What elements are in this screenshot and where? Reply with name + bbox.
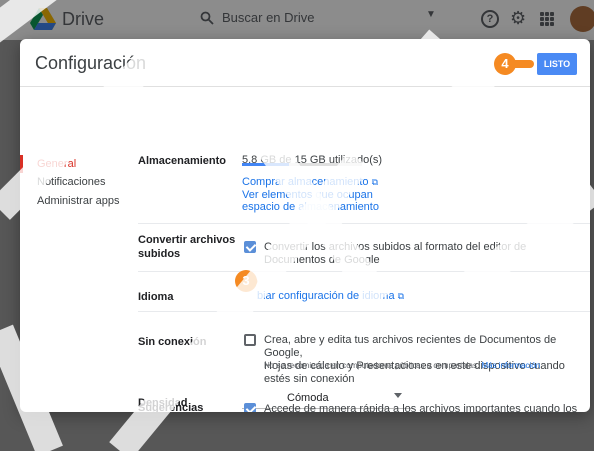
buy-storage-link[interactable]: Comprar almacenamiento ⧉ xyxy=(242,176,378,188)
settings-dialog: Configuración 4 LISTO General Notificaci… xyxy=(20,39,590,412)
done-button[interactable]: LISTO xyxy=(537,53,577,75)
callout-badge-4: 4 xyxy=(494,53,516,75)
suggestions-text: Accede de manera rápida a los archivos i… xyxy=(264,403,578,412)
chevron-down-icon xyxy=(394,393,402,398)
settings-content: Almacenamiento 5.8 GB de 15 GB utilizado… xyxy=(120,87,590,412)
settings-sidebar: General Notificaciones Administrar apps xyxy=(20,87,120,412)
change-language-link[interactable]: biar configuración de idioma ⧉ xyxy=(257,290,404,302)
callout-badge-3: 3 xyxy=(235,270,257,292)
convert-text: Convertir los archivos subidos al format… xyxy=(264,241,527,266)
language-label: Idioma xyxy=(138,291,174,303)
suggestions-label: Sugerencias xyxy=(138,402,204,412)
storage-label: Almacenamiento xyxy=(138,155,227,167)
sidebar-item-manage-apps[interactable]: Administrar apps xyxy=(37,195,120,207)
external-link-icon: ⧉ xyxy=(371,177,379,187)
dialog-title: Configuración xyxy=(35,53,147,73)
divider xyxy=(138,311,590,312)
dialog-header: Configuración 4 LISTO xyxy=(20,39,590,87)
divider xyxy=(138,223,590,224)
offline-label: Sin conexión xyxy=(138,336,207,348)
sidebar-item-general[interactable]: General xyxy=(37,158,76,170)
view-storage-link[interactable]: Ver elementos que ocupan espacio de almac… xyxy=(242,189,379,213)
external-link-icon: ⧉ xyxy=(397,291,405,301)
offline-note: No se recomienda en computadoras pública… xyxy=(264,361,541,370)
divider xyxy=(138,271,590,272)
suggestions-checkbox[interactable] xyxy=(244,403,256,412)
convert-checkbox[interactable] xyxy=(244,241,256,253)
storage-progress xyxy=(242,163,362,166)
sidebar-item-notifications[interactable]: Notificaciones xyxy=(37,176,105,188)
more-info-link[interactable]: Más información xyxy=(481,361,540,370)
offline-checkbox[interactable] xyxy=(244,334,256,346)
active-indicator xyxy=(20,155,23,173)
convert-label: Convertir archivos subidos xyxy=(138,234,236,260)
